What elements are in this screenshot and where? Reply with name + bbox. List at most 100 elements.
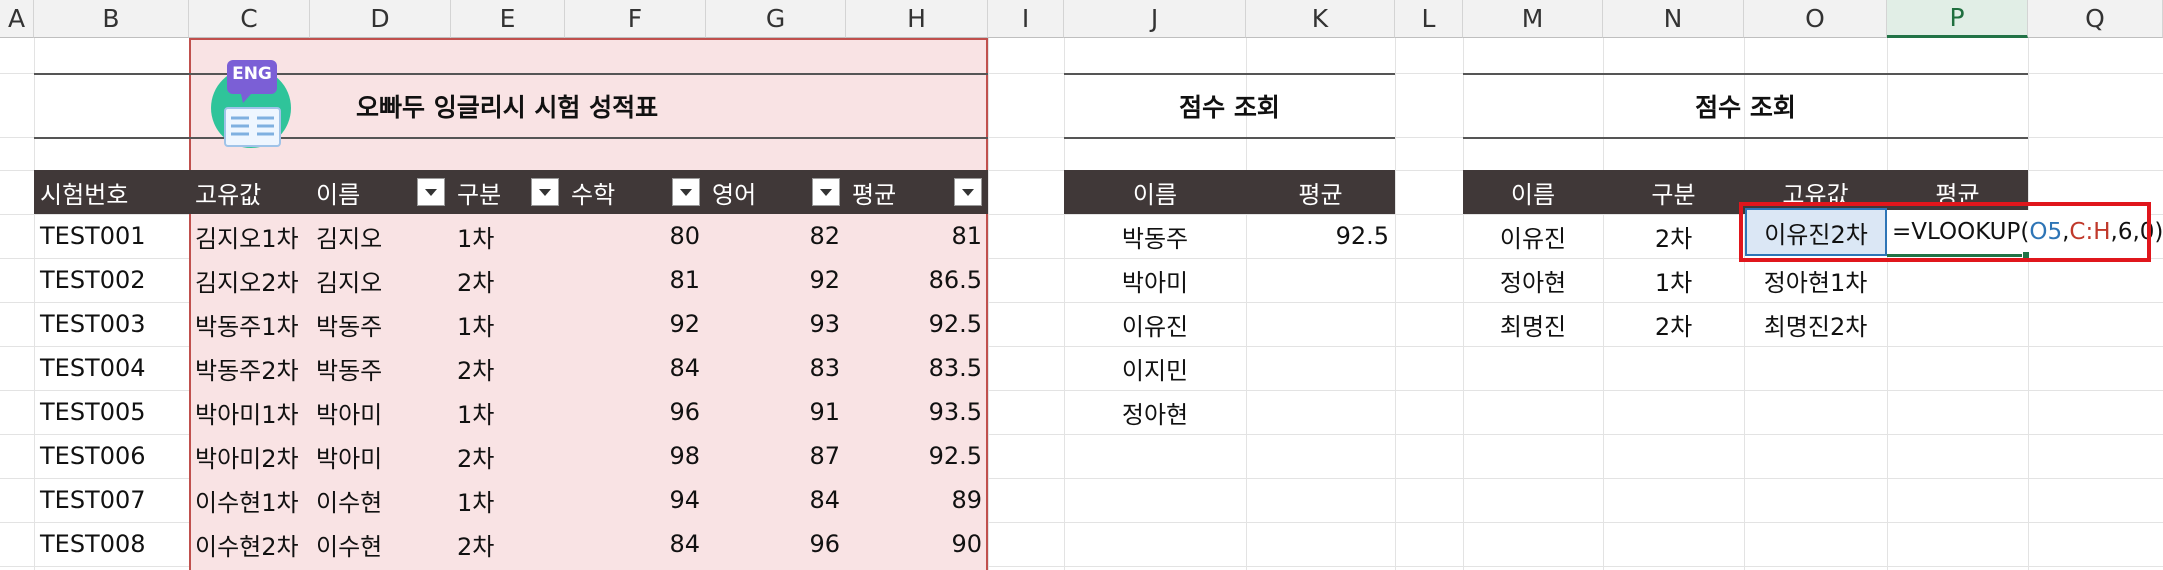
lookup1-title: 점수 조회	[1179, 93, 1280, 122]
table-cell: 박아미2차	[195, 444, 299, 473]
column-header-b[interactable]: B	[34, 0, 189, 38]
lookup1-cell[interactable]: 이유진	[1064, 302, 1246, 346]
column-header-p[interactable]: P	[1887, 0, 2028, 38]
lookup2-title: 점수 조회	[1695, 93, 1796, 122]
table-cell: 2차	[457, 444, 495, 473]
table-cell: TEST005	[40, 398, 146, 426]
table-cell: 94	[669, 486, 700, 514]
column-header-k[interactable]: K	[1246, 0, 1395, 38]
table-cell: 84	[809, 486, 840, 514]
column-header-j[interactable]: J	[1064, 0, 1246, 38]
filter-dropdown-button[interactable]	[417, 178, 445, 206]
lookup2-cell: 최명진	[1499, 312, 1567, 341]
table-cell: 93.5	[928, 398, 982, 426]
table-cell: 98	[669, 442, 700, 470]
title-bottom-border	[34, 137, 988, 139]
table-cell: 1차	[457, 400, 495, 429]
filter-dropdown-button[interactable]	[672, 178, 700, 206]
lookup1-header-cell: 이름	[1132, 180, 1178, 209]
table-cell: 86.5	[928, 266, 982, 294]
formula-highlight-box	[1739, 202, 2151, 262]
column-header-n[interactable]: N	[1603, 0, 1744, 38]
lookup1-bottom-border	[1064, 137, 1395, 139]
lookup2-header-cell: 구분	[1651, 180, 1696, 209]
table-cell: TEST001	[40, 222, 146, 250]
column-header-h[interactable]: H	[846, 0, 988, 38]
table-cell: 92.5	[928, 442, 982, 470]
column-header-f[interactable]: F	[565, 0, 706, 38]
eng-logo-text: ENG	[232, 64, 272, 84]
lookup2-cell	[1887, 302, 2028, 346]
grid-vline	[2028, 38, 2029, 570]
table-cell: 84	[669, 354, 700, 382]
table-cell: 1차	[457, 224, 495, 253]
lookup2-cell: 정아현	[1499, 268, 1567, 297]
filter-dropdown-button[interactable]	[954, 178, 982, 206]
table-cell: 박동주	[316, 356, 383, 385]
table-cell: TEST002	[40, 266, 146, 294]
lookup1-header-cell: 평균	[1298, 180, 1343, 209]
column-header-e[interactable]: E	[451, 0, 565, 38]
filter-dropdown-button[interactable]	[812, 178, 840, 206]
column-header-i[interactable]: I	[988, 0, 1064, 38]
table-cell: 90	[951, 530, 982, 558]
table-cell: 80	[669, 222, 700, 250]
lookup2-cell: 2차	[1654, 312, 1693, 341]
table-cell: 87	[809, 442, 840, 470]
lookup2-cell: 정아현1차	[1763, 268, 1868, 297]
main-table-title: 오빠두 잉글리시 시험 성적표	[356, 93, 659, 122]
lookup2-cell	[1887, 258, 2028, 302]
table-cell: 박동주	[316, 312, 383, 341]
lookup1-cell	[1246, 302, 1395, 346]
column-header-q[interactable]: Q	[2028, 0, 2163, 38]
table-cell: 박아미	[316, 444, 383, 473]
column-header-d[interactable]: D	[310, 0, 451, 38]
table-cell: 이수현1차	[195, 488, 299, 517]
table-cell: 81	[669, 266, 700, 294]
table-cell: TEST003	[40, 310, 146, 338]
table-cell: 이수현	[316, 532, 383, 561]
lookup1-cell	[1246, 346, 1395, 390]
table-cell: 92.5	[928, 310, 982, 338]
column-header-l[interactable]: L	[1395, 0, 1463, 38]
table-cell: 김지오2차	[195, 268, 299, 297]
table-cell: 92	[669, 310, 700, 338]
table-cell: 83.5	[928, 354, 982, 382]
lookup1-cell	[1246, 390, 1395, 434]
column-header-c[interactable]: C	[189, 0, 310, 38]
main-header-cell: 고유값	[195, 180, 262, 209]
column-header-m[interactable]: M	[1463, 0, 1603, 38]
table-cell: TEST004	[40, 354, 146, 382]
lookup2-cell: 1차	[1654, 268, 1693, 297]
lookup1-cell[interactable]: 정아현	[1064, 390, 1246, 434]
grid-vline	[1395, 38, 1396, 570]
grid-vline	[988, 38, 989, 570]
table-cell: TEST007	[40, 486, 146, 514]
table-cell: 김지오	[316, 268, 383, 297]
table-cell: 박동주2차	[195, 356, 299, 385]
table-cell: 96	[809, 530, 840, 558]
table-cell: 박아미	[316, 400, 383, 429]
table-cell: 1차	[457, 488, 495, 517]
table-cell: TEST006	[40, 442, 146, 470]
table-cell: 91	[809, 398, 840, 426]
spreadsheet[interactable]: ABCDEFGHIJKLMNOPQ ENG 오빠두 잉글리시 시험 성적표 시험…	[0, 0, 2163, 570]
filter-dropdown-button[interactable]	[531, 178, 559, 206]
table-cell: 이수현2차	[195, 532, 299, 561]
lookup2-cell: 2차	[1654, 224, 1693, 253]
lookup1-cell[interactable]: 박동주	[1064, 214, 1246, 258]
lookup2-cell: 이유진	[1499, 224, 1567, 253]
table-cell: 89	[951, 486, 982, 514]
table-cell: 2차	[457, 356, 495, 385]
table-cell: 김지오	[316, 224, 383, 253]
table-cell: TEST008	[40, 530, 146, 558]
lookup1-cell[interactable]: 박아미	[1064, 258, 1246, 302]
table-cell: 2차	[457, 268, 495, 297]
lookup2-header-cell: 이름	[1510, 180, 1556, 209]
column-header-g[interactable]: G	[706, 0, 846, 38]
column-header-a[interactable]: A	[0, 0, 34, 38]
lookup1-cell: 92.5	[1335, 222, 1389, 250]
table-cell: 2차	[457, 532, 495, 561]
lookup1-cell[interactable]: 이지민	[1064, 346, 1246, 390]
column-header-o[interactable]: O	[1744, 0, 1887, 38]
